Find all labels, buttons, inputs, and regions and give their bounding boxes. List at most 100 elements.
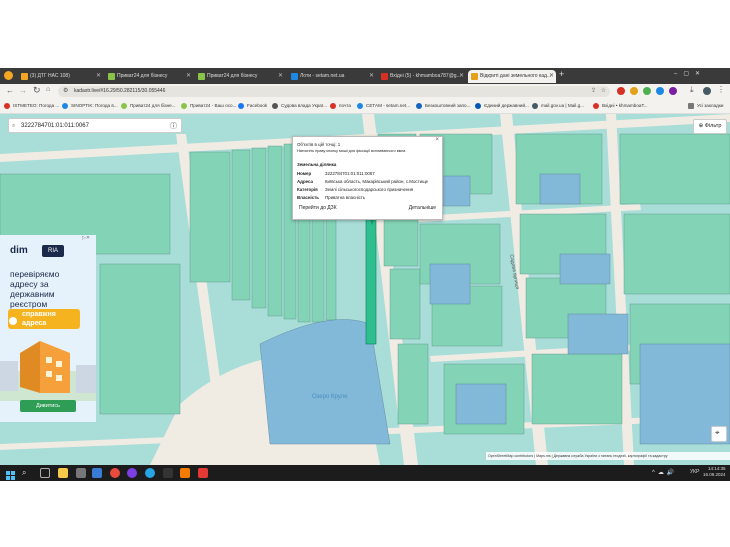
- tray-icons[interactable]: ^☁🔊: [652, 469, 677, 476]
- info-icon[interactable]: ⓘ: [170, 119, 177, 134]
- browser-tab-strip: (3) ДТГ НАС 108) ✕ Приват24 для бізнесу …: [0, 68, 730, 84]
- bookmark-favicon-icon: [181, 103, 187, 109]
- go-to-dzk-link[interactable]: Перейти до ДЗК: [299, 205, 337, 211]
- popup-close-button[interactable]: ×: [435, 137, 439, 143]
- language-indicator[interactable]: УКР: [690, 469, 699, 475]
- bookmark-favicon-icon: [4, 103, 10, 109]
- home-icon[interactable]: ⌂: [46, 86, 50, 93]
- app-icon[interactable]: [92, 468, 102, 478]
- app-icon[interactable]: [198, 468, 208, 478]
- tab-label: Вхідні (5) - khmamboa787@g...: [390, 73, 461, 79]
- app-icon[interactable]: [180, 468, 190, 478]
- app-icon[interactable]: [127, 468, 137, 478]
- tab-favicon-icon: [471, 73, 478, 80]
- browser-tab-6-active[interactable]: Відкриті дані земельного кад... ✕: [468, 70, 556, 83]
- telegram-icon[interactable]: [145, 468, 155, 478]
- details-link[interactable]: Детальніше: [409, 205, 436, 211]
- app-icon[interactable]: [76, 468, 86, 478]
- filter-icon: ⊕: [698, 123, 704, 129]
- tab-close-icon[interactable]: ✕: [369, 70, 374, 83]
- ad-cta-button[interactable]: Дивитись: [20, 400, 76, 412]
- tab-label: Відкриті дані земельного кад...: [480, 73, 552, 79]
- menu-icon[interactable]: ⋮: [717, 85, 725, 94]
- bookmark-label: Facebook: [247, 103, 268, 108]
- all-bookmarks-button[interactable]: Усі закладки: [688, 101, 723, 111]
- download-icon[interactable]: ⤓: [690, 85, 694, 95]
- tab-close-icon[interactable]: ✕: [549, 70, 554, 83]
- extension-icon[interactable]: [617, 87, 625, 95]
- ad-tag: справжня адреса: [8, 309, 80, 329]
- windows-start-icon[interactable]: [6, 468, 16, 480]
- browser-tab-5[interactable]: Вхідні (5) - khmamboa787@g... ✕: [378, 70, 466, 83]
- back-arrow-icon[interactable]: ←: [6, 86, 14, 95]
- reload-icon[interactable]: ↻: [33, 85, 41, 96]
- tab-search-icon[interactable]: [4, 71, 13, 80]
- bookmark-item[interactable]: Вхідні • khmamboaT...: [593, 101, 648, 111]
- folder-icon: [688, 103, 694, 109]
- ad-close-icon[interactable]: ▷✕: [82, 235, 90, 241]
- extension-icon[interactable]: [643, 87, 651, 95]
- app-icon[interactable]: [163, 468, 173, 478]
- browser-tab-2[interactable]: Приват24 для бізнесу ✕: [105, 70, 193, 83]
- extension-icon[interactable]: [630, 87, 638, 95]
- cadastre-search-input[interactable]: 3222784701:01:011:0067 ⌕ ⓘ: [8, 118, 182, 133]
- bookmark-star-icon[interactable]: ☆: [601, 86, 606, 97]
- bookmark-item[interactable]: Безкоштовний запо...: [416, 101, 470, 111]
- tab-favicon-icon: [108, 73, 115, 80]
- bookmark-item[interactable]: почта: [330, 101, 351, 111]
- site-info-icon[interactable]: ⚙: [63, 86, 68, 97]
- bookmark-label: SINOPTIK: Погода в...: [71, 103, 118, 108]
- tab-close-icon[interactable]: ✕: [96, 70, 101, 83]
- parcel-info-popup: × Об'єктів в цій точці: 1 Натисніть прав…: [292, 136, 443, 220]
- crosshair-icon: ⌖: [715, 428, 720, 437]
- share-icon[interactable]: ⇪: [591, 86, 596, 97]
- ad-house-illustration: [0, 341, 96, 401]
- task-view-icon[interactable]: [40, 468, 50, 478]
- new-tab-button[interactable]: +: [559, 69, 564, 79]
- mail-icon: [330, 103, 336, 109]
- extension-icon[interactable]: [656, 87, 664, 95]
- bookmark-item[interactable]: SINOPTIK: Погода в...: [62, 101, 118, 111]
- bookmark-label: Усі закладки: [697, 103, 724, 108]
- tab-label: Приват24 для бізнесу: [207, 73, 258, 79]
- file-explorer-icon[interactable]: [58, 468, 68, 478]
- advertisement-banner[interactable]: dim RIA ▷✕ перевіряємо адресу за державн…: [0, 235, 96, 422]
- bookmark-item[interactable]: СЕТАМ - setam.net...: [357, 101, 410, 111]
- bookmark-label: Приват24 для бізне...: [130, 103, 176, 108]
- bookmark-item[interactable]: Приват24 для бізне...: [121, 101, 176, 111]
- clock[interactable]: 14:14:35 16.09.2024: [703, 466, 726, 478]
- browser-tab-3[interactable]: Приват24 для бізнесу ✕: [195, 70, 285, 83]
- forward-arrow-icon[interactable]: →: [19, 86, 27, 95]
- bookmark-favicon-icon: [62, 103, 68, 109]
- bookmark-favicon-icon: [272, 103, 278, 109]
- bookmark-item[interactable]: ISTMETEO: Погода ...: [4, 101, 59, 111]
- bookmark-item[interactable]: Єдиний державний...: [475, 101, 529, 111]
- extension-icon[interactable]: [669, 87, 677, 95]
- search-icon[interactable]: ⌕: [22, 468, 32, 478]
- bookmark-label: СЕТАМ - setam.net...: [366, 103, 411, 108]
- windows-taskbar: ⌕ УКР 14:14:35 16.09.2024 ^☁🔊: [0, 465, 730, 481]
- bookmark-item[interactable]: Судова влада Украї...: [272, 101, 327, 111]
- tab-close-icon[interactable]: ✕: [186, 70, 191, 83]
- window-controls[interactable]: –▢✕: [674, 70, 706, 77]
- url-text: kadastr.live/#16.29/50.282115/30.055446: [74, 88, 166, 94]
- tab-favicon-icon: [381, 73, 388, 80]
- browser-tab-1[interactable]: (3) ДТГ НАС 108) ✕: [18, 70, 103, 83]
- bookmark-item[interactable]: Facebook: [238, 101, 267, 111]
- bookmark-item[interactable]: Приват24 - Ваш осо...: [181, 101, 236, 111]
- tab-label: Приват24 для бізнесу: [117, 73, 168, 79]
- browser-tab-4[interactable]: Лоти - setam.net.ua ✕: [288, 70, 376, 83]
- bookmark-favicon-icon: [532, 103, 538, 109]
- url-omnibox[interactable]: ⚙ kadastr.live/#16.29/50.282115/30.05544…: [58, 86, 610, 97]
- profile-avatar[interactable]: [703, 87, 711, 95]
- tab-close-icon[interactable]: ✕: [459, 70, 464, 83]
- ad-brand: dim: [10, 245, 28, 256]
- tab-close-icon[interactable]: ✕: [278, 70, 283, 83]
- facebook-icon: [238, 103, 244, 109]
- bookmark-item[interactable]: mail.gov.ua | Mail.g...: [532, 101, 584, 111]
- filter-button[interactable]: ⊕ Фільтр: [693, 119, 727, 134]
- map-attribution: OpenStreetMap contributors | Maps.ms | Д…: [486, 452, 730, 460]
- chrome-icon[interactable]: [110, 468, 120, 478]
- locate-me-button[interactable]: ⌖: [711, 426, 727, 442]
- popup-key: Номер: [297, 171, 312, 176]
